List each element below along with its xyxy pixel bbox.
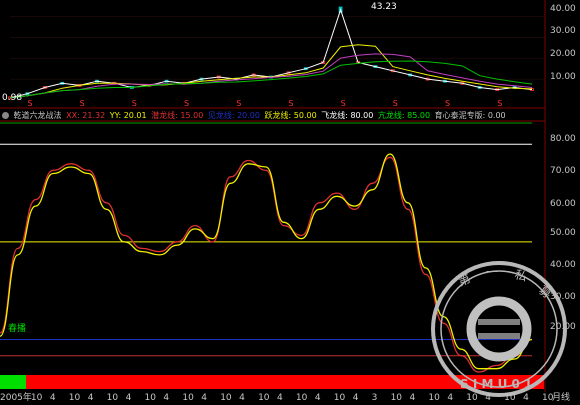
- x-axis-label: 4: [523, 393, 529, 403]
- indicator-name: 乾道六龙战法: [13, 111, 62, 120]
- svg-text:一: 一: [486, 265, 498, 279]
- osc-axis-label: 80.00: [550, 134, 576, 144]
- svg-text:第: 第: [456, 272, 472, 289]
- svg-text:募: 募: [536, 283, 554, 301]
- x-axis-label: 4: [239, 393, 245, 403]
- watermark-stamp: 第 一 私 募 S I M U 0 1: [431, 261, 567, 397]
- x-axis-label: 4: [409, 393, 416, 403]
- x-axis-label: 4: [485, 393, 491, 403]
- osc-axis-label: 70.00: [550, 166, 576, 176]
- signal-band-green: [0, 375, 26, 389]
- signal-marker: S: [80, 99, 85, 108]
- sow-label: 春播: [8, 324, 27, 334]
- yy-value: YY: 20.01: [109, 111, 147, 120]
- x-axis-label: 4: [447, 393, 454, 403]
- signal-marker: S: [497, 99, 502, 108]
- x-axis-label: 10: [466, 393, 478, 403]
- price-axis-label: 30.00: [550, 26, 576, 36]
- signal-marker: S: [341, 99, 346, 108]
- price-ma-line: [9, 44, 533, 99]
- signal-marker: S: [288, 99, 293, 108]
- x-axis-label: 10: [390, 393, 403, 403]
- feilong-value: 飞龙线: 80.00: [321, 111, 374, 120]
- signal-marker: S: [27, 99, 32, 108]
- x-axis-label: 10: [106, 393, 119, 403]
- x-axis-label: 4: [352, 393, 359, 403]
- signal-marker: S: [393, 99, 398, 108]
- qianlong-value: 潜龙线: 15.00: [151, 111, 204, 120]
- x-axis-label: 10: [182, 393, 194, 403]
- gear-icon[interactable]: [2, 112, 9, 119]
- x-axis-label: 10: [30, 393, 43, 403]
- svg-text:私: 私: [513, 267, 528, 284]
- x-axis-label: 4: [277, 393, 283, 403]
- x-axis-label: 10: [333, 393, 346, 403]
- price-axis-label: 40.00: [550, 4, 576, 14]
- signal-marker: S: [184, 99, 189, 108]
- x-axis-label: 4: [49, 393, 56, 403]
- x-axis-label: 10: [504, 393, 516, 403]
- signal-marker: S: [132, 99, 137, 108]
- x-axis-label: 10: [295, 393, 308, 403]
- x-axis-label: 10: [428, 393, 440, 403]
- x-axis-label: 4: [87, 393, 94, 403]
- hidden-value: 见龙线: 20.00: [207, 111, 260, 120]
- price-axis-label: 10.00: [550, 72, 576, 82]
- price-chart: SSSSSSSSSS: [8, 6, 545, 108]
- indicator-title-bar: 乾道六龙战法 XX: 21.32 YY: 20.01 潜龙线: 15.00 见龙…: [2, 110, 508, 121]
- x-axis-label: 4: [163, 393, 170, 403]
- x-axis-label: 2005年: [0, 393, 32, 403]
- svg-text:S I M U 0 1: S I M U 0 1: [460, 377, 532, 391]
- x-axis-label: 3: [371, 393, 378, 403]
- x-axis-label: 10: [220, 393, 232, 403]
- osc-axis-label: 60.00: [550, 199, 576, 209]
- peak-price-label: 43.23: [371, 2, 397, 12]
- x-axis-label: 10: [68, 393, 81, 403]
- taini-value: 育心泰泥专版: 0.00: [434, 111, 506, 120]
- period-label[interactable]: 月线: [552, 393, 570, 404]
- kanglong-value: 亢龙线: 85.00: [377, 111, 431, 120]
- x-axis-label: 4: [314, 393, 321, 403]
- x-axis-label: 4: [125, 393, 132, 403]
- x-axis-label: 4: [201, 393, 208, 403]
- xx-value: XX: 21.32: [66, 111, 106, 120]
- yuelong-value: 跃龙线: 50.00: [264, 111, 317, 120]
- x-axis-label: 10: [258, 393, 270, 403]
- low-price-label: 0.98: [2, 93, 23, 103]
- x-axis-label: 10: [144, 393, 156, 403]
- price-axis-label: 20.00: [550, 49, 576, 59]
- signal-marker: S: [445, 99, 450, 108]
- signal-marker: S: [236, 99, 241, 108]
- osc-axis-label: 50.00: [550, 228, 576, 238]
